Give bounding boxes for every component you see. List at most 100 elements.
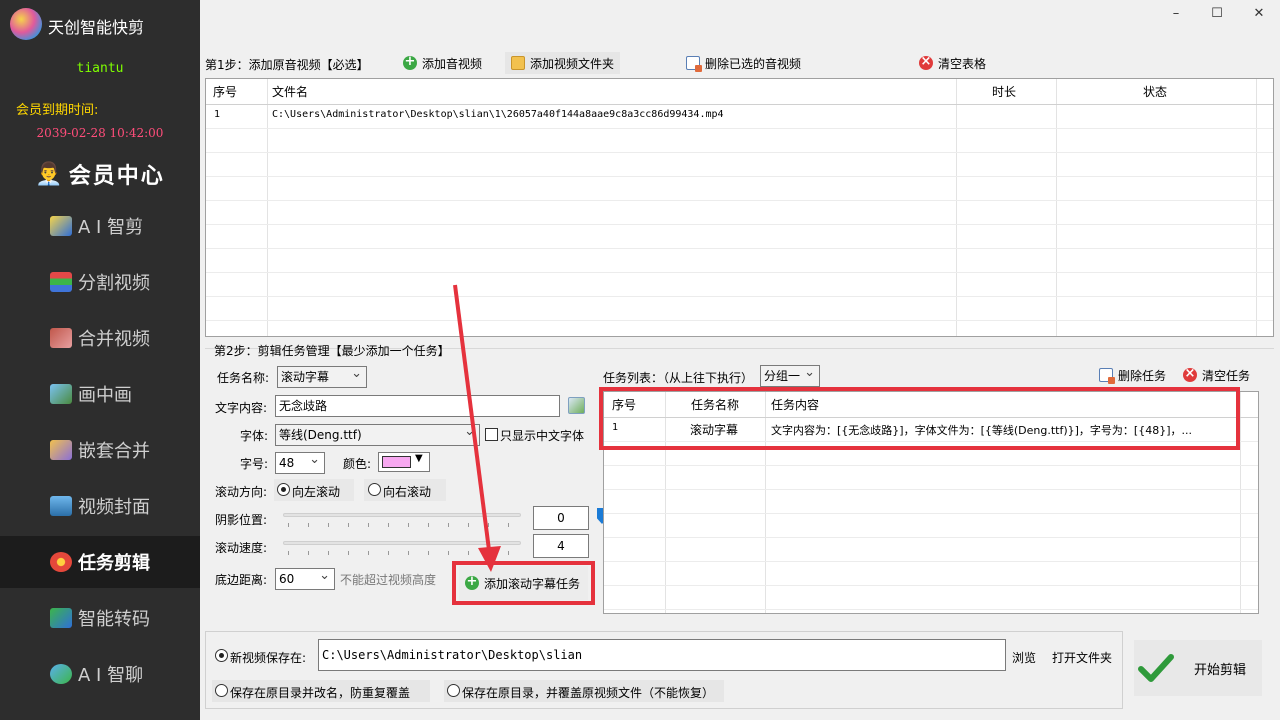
open-folder-button[interactable]: 打开文件夹 xyxy=(1052,649,1112,666)
text-content-label: 文字内容: xyxy=(215,401,268,415)
task-highlight-box xyxy=(599,387,1240,450)
maximize-button[interactable]: ☐ xyxy=(1207,6,1227,26)
sidebar-item-label: 任务剪辑 xyxy=(78,553,150,574)
add-task-label: 添加滚动字幕任务 xyxy=(484,576,581,591)
minimize-button[interactable]: – xyxy=(1166,6,1186,26)
only-chinese-checkbox[interactable] xyxy=(485,428,498,441)
sidebar-item-ai-chat[interactable]: A I 智聊 xyxy=(0,648,200,700)
close-button[interactable]: ✕ xyxy=(1249,6,1269,26)
color-picker[interactable]: ▼ xyxy=(378,452,430,472)
sidebar-item-label: 合并视频 xyxy=(78,329,150,350)
scroll-left-label: 向左滚动 xyxy=(292,485,341,499)
bottom-distance-label: 底边距离: xyxy=(215,573,268,587)
magic-wand-icon xyxy=(50,216,72,236)
new-save-radio[interactable] xyxy=(215,649,228,662)
text-edit-icon[interactable] xyxy=(568,397,585,414)
sidebar-item-nested-merge[interactable]: 嵌套合并 xyxy=(0,424,200,476)
delete-selected-label: 删除已选的音视频 xyxy=(705,56,802,71)
shadow-slider-track[interactable] xyxy=(283,513,521,517)
color-label: 颜色: xyxy=(343,457,372,471)
sidebar-item-task-edit[interactable]: 任务剪辑 xyxy=(0,536,200,588)
add-folder-label: 添加视频文件夹 xyxy=(530,56,615,71)
transcode-icon xyxy=(50,608,72,628)
sidebar-item-split-video[interactable]: 分割视频 xyxy=(0,256,200,308)
expire-time: 2039-02-28 10:42:00 xyxy=(36,126,164,140)
task-list-label: 任务列表：（从上往下执行） xyxy=(603,371,754,385)
add-icon xyxy=(403,54,417,70)
save-path-input[interactable]: C:\Users\Administrator\Desktop\slian xyxy=(318,639,1006,671)
shadow-value-box[interactable]: 0 xyxy=(533,506,589,530)
sidebar-item-label: 视频封面 xyxy=(78,497,150,518)
scroll-left-radio[interactable] xyxy=(277,483,290,496)
flower-icon xyxy=(50,552,72,572)
option-rename-radio[interactable] xyxy=(215,684,228,697)
delete-selected-button[interactable]: 删除已选的音视频 xyxy=(680,52,807,74)
font-select[interactable]: 等线(Deng.ttf) xyxy=(275,424,480,446)
scroll-left-option[interactable]: 向左滚动 xyxy=(274,479,354,501)
sidebar-item-label: 智能转码 xyxy=(78,609,150,630)
task-name-select[interactable]: 滚动字幕 xyxy=(277,366,367,388)
font-label: 字体: xyxy=(240,429,269,443)
sidebar-item-picture-in-picture[interactable]: 画中画 xyxy=(0,368,200,420)
sidebar-item-label: A I 智剪 xyxy=(78,217,144,238)
delete-task-button[interactable]: 删除任务 xyxy=(1093,364,1172,386)
member-center-label: 会员中心 xyxy=(68,163,165,189)
add-scroll-subtitle-task-button[interactable]: 添加滚动字幕任务 xyxy=(459,566,588,600)
sidebar-item-label: 分割视频 xyxy=(78,273,150,294)
add-video-label: 添加音视频 xyxy=(422,56,483,71)
split-video-icon xyxy=(50,272,72,292)
scroll-right-radio[interactable] xyxy=(368,483,381,496)
merge-video-icon xyxy=(50,328,72,348)
sidebar-item-smart-transcode[interactable]: 智能转码 xyxy=(0,592,200,644)
delete-file-icon xyxy=(686,56,702,72)
clear-table-label: 清空表格 xyxy=(938,56,987,71)
delete-file-icon xyxy=(1099,368,1115,384)
member-avatar-icon: 👨‍💼 xyxy=(35,161,63,187)
speed-value-box[interactable]: 4 xyxy=(533,534,589,558)
landscape-icon xyxy=(50,496,72,516)
task-name-label: 任务名称: xyxy=(217,371,270,385)
start-edit-button[interactable]: 开始剪辑 xyxy=(1134,640,1262,696)
chat-bubble-icon xyxy=(50,664,72,684)
add-icon xyxy=(465,574,479,590)
row-filename: C:\Users\Administrator\Desktop\slian\1\2… xyxy=(272,109,724,120)
delete-task-label: 删除任务 xyxy=(1118,368,1167,383)
sidebar-item-ai-cut[interactable]: A I 智剪 xyxy=(0,200,200,252)
font-size-label: 字号: xyxy=(240,457,269,471)
video-table[interactable]: 序号 文件名 时长 状态 1 C:\Users\Administrator\De… xyxy=(205,78,1274,337)
save-panel: 新视频保存在: C:\Users\Administrator\Desktop\s… xyxy=(205,631,1123,709)
group-select[interactable]: 分组一 xyxy=(760,365,820,387)
text-content-input[interactable]: 无念歧路 xyxy=(275,395,560,417)
expire-label: 会员到期时间: xyxy=(16,103,99,118)
add-folder-button[interactable]: 添加视频文件夹 xyxy=(505,52,620,74)
clear-table-button[interactable]: 清空表格 xyxy=(913,52,992,74)
bottom-distance-select[interactable]: 60 xyxy=(275,568,335,590)
start-edit-label: 开始剪辑 xyxy=(1194,662,1247,678)
option-rename[interactable]: 保存在原目录并改名，防重复覆盖 xyxy=(212,680,430,702)
shadow-slider-ticks xyxy=(288,523,518,527)
clear-tasks-label: 清空任务 xyxy=(1202,368,1251,383)
member-center-button[interactable]: 👨‍💼 会员中心 xyxy=(0,152,200,196)
sidebar-item-merge-video[interactable]: 合并视频 xyxy=(0,312,200,364)
font-size-select[interactable]: 48 xyxy=(275,452,325,474)
speed-slider-track[interactable] xyxy=(283,541,521,545)
sidebar-item-label: 嵌套合并 xyxy=(78,441,150,462)
sidebar: 天创智能快剪 tiantu 会员到期时间: 2039-02-28 10:42:0… xyxy=(0,0,200,720)
clear-icon xyxy=(1183,366,1197,382)
speed-slider-ticks xyxy=(288,551,518,555)
sidebar-item-video-cover[interactable]: 视频封面 xyxy=(0,480,200,532)
option-overwrite-radio[interactable] xyxy=(447,684,460,697)
shadow-position-label: 阴影位置: xyxy=(215,513,268,527)
scroll-right-option[interactable]: 向右滚动 xyxy=(364,479,446,501)
nested-merge-icon xyxy=(50,440,72,460)
table-row[interactable]: 1 C:\Users\Administrator\Desktop\slian\1… xyxy=(206,105,1273,129)
option-overwrite[interactable]: 保存在原目录，并覆盖原视频文件（不能恢复） xyxy=(444,680,724,702)
bottom-distance-hint: 不能超过视频高度 xyxy=(340,573,437,587)
dropdown-arrow-icon: ▼ xyxy=(415,453,423,464)
clear-tasks-button[interactable]: 清空任务 xyxy=(1177,364,1256,386)
row-index: 1 xyxy=(214,109,221,120)
scroll-right-label: 向右滚动 xyxy=(383,485,432,499)
add-video-button[interactable]: 添加音视频 xyxy=(397,52,488,74)
browse-button[interactable]: 浏览 xyxy=(1012,649,1036,666)
option-overwrite-label: 保存在原目录，并覆盖原视频文件（不能恢复） xyxy=(462,686,715,700)
